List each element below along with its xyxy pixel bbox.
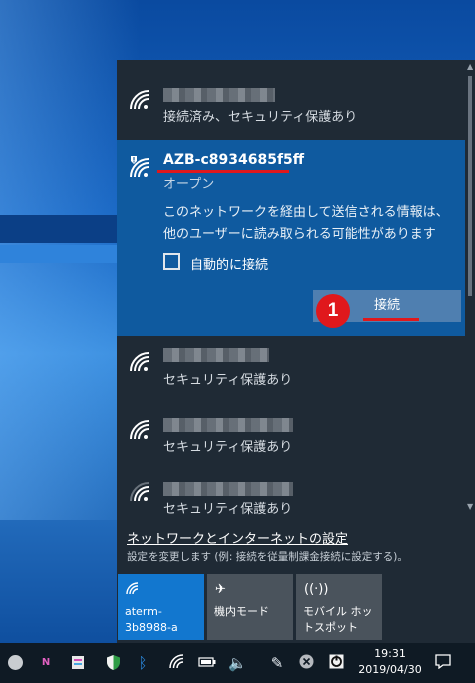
bluetooth-icon[interactable]: ᛒ [134, 654, 152, 672]
network-status: セキュリティ保護あり [163, 440, 293, 455]
airplane-mode-label: 機内モード [214, 605, 269, 618]
wifi-signal-icon [129, 482, 151, 502]
network-name-redacted [163, 88, 275, 102]
hotspot-icon: ((·)) [304, 582, 329, 597]
network-name-redacted [163, 348, 269, 362]
wifi-signal-icon [129, 420, 151, 440]
circle-app-icon[interactable] [6, 654, 24, 672]
onenote-sync-icon[interactable]: N [37, 654, 55, 672]
app-icon[interactable] [327, 654, 345, 672]
wifi-tile-label: aterm-3b8988-a [125, 605, 178, 634]
highlight-underline [363, 318, 419, 321]
auto-connect-checkbox[interactable] [163, 253, 180, 270]
wifi-icon [126, 582, 140, 599]
wifi-signal-icon [129, 90, 151, 110]
airplane-mode-tile[interactable]: ✈ 機内モード [207, 574, 293, 640]
mobile-hotspot-label: モバイル ホットスポット [303, 605, 373, 634]
pen-icon[interactable]: ✎ [268, 654, 286, 672]
network-name-redacted [163, 482, 293, 496]
scroll-down-icon[interactable]: ▼ [467, 502, 473, 511]
network-name: AZB-c8934685f5ff [163, 152, 305, 168]
close-circle-icon[interactable] [297, 654, 315, 672]
network-item[interactable]: セキュリティ保護あり [117, 394, 465, 455]
network-status: セキュリティ保護あり [163, 502, 293, 517]
scroll-up-icon[interactable]: ▲ [467, 62, 473, 71]
clock-date: 2019/04/30 [358, 663, 422, 676]
clock[interactable]: 19:31 2019/04/30 [356, 646, 424, 678]
network-settings-link[interactable]: ネットワークとインターネットの設定 [127, 528, 348, 547]
network-item-connected[interactable]: 接続済み、セキュリティ保護あり [117, 60, 465, 140]
notification-icon[interactable] [434, 654, 452, 672]
airplane-icon: ✈ [215, 582, 226, 597]
quick-actions: aterm-3b8988-a ✈ 機内モード ((·)) モバイル ホットスポッ… [117, 574, 475, 643]
network-item-selected[interactable]: AZB-c8934685f5ff オープン このネットワークを経由して送信される… [117, 140, 465, 336]
clipboard-app-icon[interactable] [69, 654, 87, 672]
network-security: オープン [163, 177, 215, 192]
auto-connect-label: 自動的に接続 [190, 258, 269, 273]
security-warning: このネットワークを経由して送信される情報は、他のユーザーに読み取られる可能性があ… [163, 205, 449, 242]
network-flyout: 接続済み、セキュリティ保護あり AZB-c8934685f5ff オープン この… [117, 60, 475, 643]
step-number-badge: 1 [316, 294, 350, 328]
wifi-signal-icon [129, 352, 151, 372]
clock-time: 19:31 [374, 647, 406, 660]
network-item[interactable]: セキュリティ保護あり [117, 460, 465, 518]
wifi-unsecured-icon [129, 156, 151, 178]
taskbar: N ᛒ 🔈 ✎ 19:31 2019/04/30 [0, 643, 475, 683]
network-item[interactable]: セキュリティ保護あり [117, 336, 465, 394]
network-status: セキュリティ保護あり [163, 373, 293, 388]
network-status: 接続済み、セキュリティ保護あり [163, 110, 358, 125]
network-name-redacted [163, 418, 293, 432]
scrollbar[interactable]: ▲ ▼ [466, 60, 475, 520]
network-settings-description: 設定を変更します (例: 接続を従量制課金接続に設定する)。 [127, 551, 408, 563]
battery-icon[interactable] [198, 654, 216, 672]
volume-icon[interactable]: 🔈 [228, 654, 247, 672]
wifi-tray-icon[interactable] [168, 654, 186, 672]
wifi-tile[interactable]: aterm-3b8988-a [118, 574, 204, 640]
shield-icon[interactable] [104, 654, 122, 672]
mobile-hotspot-tile[interactable]: ((·)) モバイル ホットスポット [296, 574, 382, 640]
scroll-thumb[interactable] [468, 76, 472, 296]
